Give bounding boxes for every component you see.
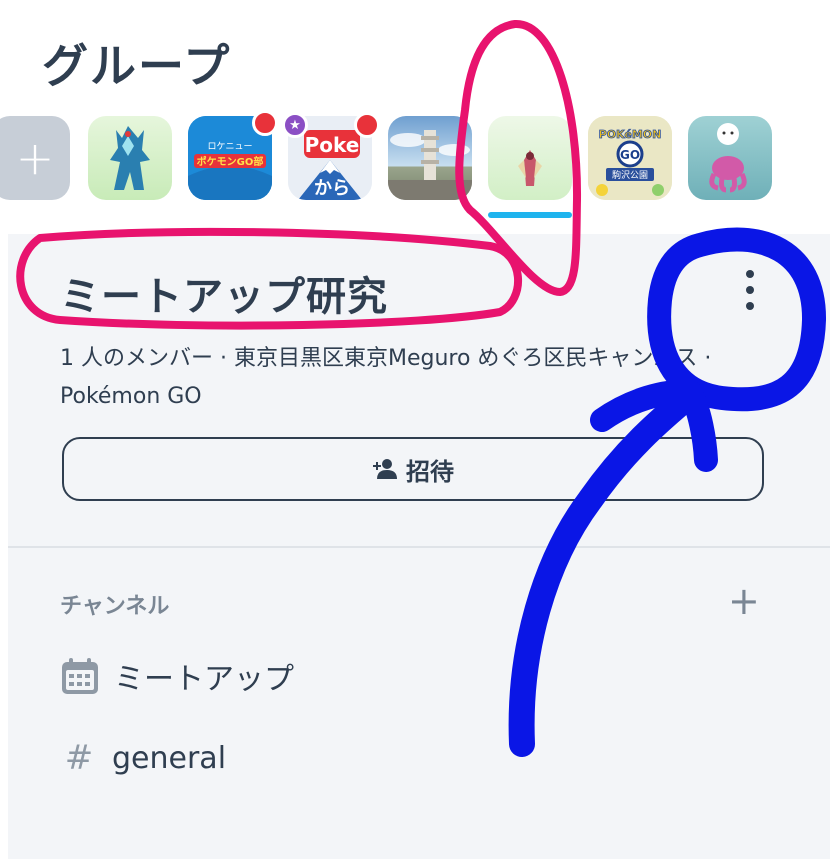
club-logo-main-text: ポケモンGO部 bbox=[197, 155, 264, 168]
selected-group-indicator bbox=[488, 212, 572, 218]
club-logo-top-text: ロケニュー bbox=[207, 141, 252, 152]
group-tile-pink-monster[interactable] bbox=[688, 116, 772, 200]
plus-icon: + bbox=[15, 131, 55, 185]
add-person-icon bbox=[373, 459, 397, 479]
page-title: グループ bbox=[42, 39, 232, 93]
dark-monster-avatar-icon bbox=[110, 126, 150, 190]
group-tile-tower-photo[interactable] bbox=[388, 116, 472, 200]
tower-photo-icon bbox=[388, 130, 472, 200]
unread-badge bbox=[252, 110, 278, 136]
pokemon-logo-text: POKéMON bbox=[599, 128, 662, 141]
channel-item-meetup[interactable]: ミートアップ bbox=[60, 654, 294, 698]
channel-label: general bbox=[112, 740, 227, 776]
group-name: ミートアップ研究 bbox=[60, 274, 388, 320]
group-description: 1 人のメンバー · 東京目黒区東京Meguro めぐろ区民キャンパス · Po… bbox=[60, 346, 712, 409]
group-tile-selected[interactable] bbox=[488, 116, 572, 200]
kara-text: から bbox=[314, 178, 350, 199]
add-group-button[interactable]: + bbox=[0, 116, 70, 200]
group-tile-dark-monster[interactable] bbox=[88, 116, 172, 200]
pink-monster-avatar-icon bbox=[709, 123, 747, 193]
more-options-icon[interactable] bbox=[738, 270, 762, 310]
star-badge-icon: ★ bbox=[282, 112, 308, 138]
go-logo-text: GO bbox=[620, 148, 640, 162]
komazawa-text: 駒沢公園 bbox=[612, 169, 648, 181]
pokemon-go-logo-icon: POKéMON GO 駒沢公園 bbox=[588, 116, 672, 200]
divider bbox=[8, 546, 830, 548]
channels-header: チャンネル bbox=[60, 594, 170, 619]
calendar-icon bbox=[62, 658, 98, 694]
add-channel-button[interactable]: + bbox=[728, 582, 760, 620]
hash-icon: # bbox=[64, 738, 94, 778]
invite-button[interactable]: 招待 bbox=[62, 437, 764, 501]
monster-avatar-icon bbox=[518, 150, 542, 186]
channel-label: ミートアップ bbox=[114, 662, 294, 697]
invite-label: 招待 bbox=[406, 457, 454, 486]
group-strip: + ロケニュー ポケモンGO部 Poke から ★ POKéMON GO 駒沢公… bbox=[0, 110, 830, 206]
unread-badge bbox=[354, 112, 380, 138]
poke-text: Poke bbox=[305, 133, 360, 157]
channel-item-general[interactable]: # general bbox=[60, 738, 226, 778]
group-tile-komazawa-park[interactable]: POKéMON GO 駒沢公園 bbox=[588, 116, 672, 200]
